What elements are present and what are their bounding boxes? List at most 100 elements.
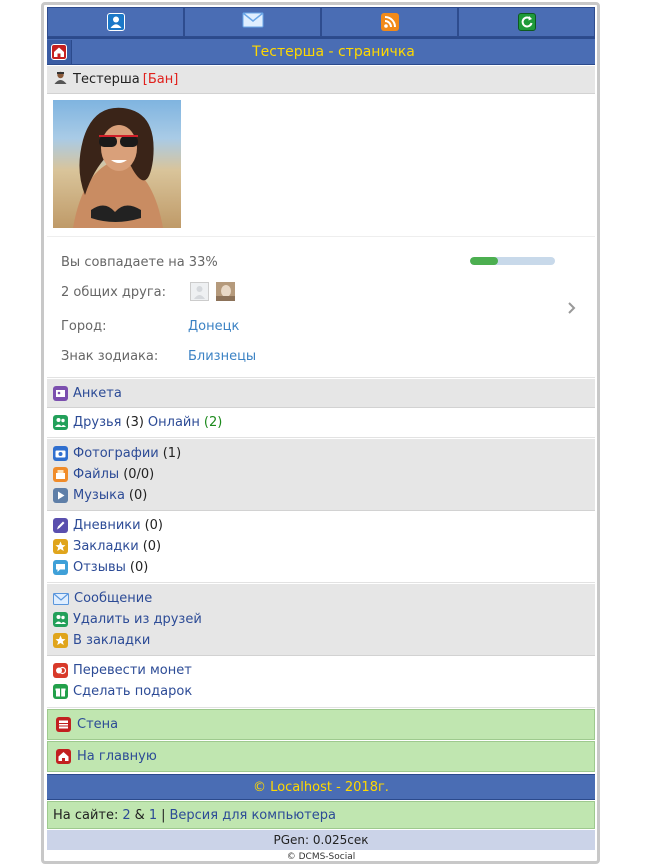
- user-status-icon: [53, 70, 68, 89]
- files-icon: [53, 467, 68, 482]
- message-link[interactable]: Сообщение: [74, 591, 152, 606]
- pgen-bar: PGen: 0.025сек: [47, 830, 595, 850]
- anketa-link[interactable]: Анкета: [73, 386, 122, 401]
- bookmarks-item[interactable]: Закладки (0): [53, 536, 595, 557]
- online-separator: |: [161, 807, 166, 823]
- files-link[interactable]: Файлы: [73, 467, 119, 482]
- friends-link[interactable]: Друзья: [73, 415, 122, 430]
- avatar[interactable]: [53, 100, 181, 228]
- refresh-icon: [517, 13, 536, 31]
- files-item[interactable]: Файлы (0/0): [53, 464, 595, 485]
- profile-card-icon: [53, 385, 68, 401]
- nav-rss-button[interactable]: [321, 7, 458, 37]
- mutual-friend-avatar-2[interactable]: [216, 282, 235, 301]
- friends-icon: [53, 612, 68, 627]
- mail-icon: [53, 592, 69, 606]
- online-users-link[interactable]: 2: [122, 808, 130, 823]
- reviews-link[interactable]: Отзывы: [73, 560, 126, 575]
- top-nav: [47, 7, 595, 37]
- music-item[interactable]: Музыка (0): [53, 485, 595, 506]
- engine-credit[interactable]: © DCMS-Social: [287, 852, 355, 862]
- home-row[interactable]: На главную: [47, 741, 595, 772]
- gift-link[interactable]: Сделать подарок: [73, 684, 192, 699]
- online-amp: &: [134, 807, 145, 823]
- mutual-friend-avatar-1[interactable]: [190, 282, 209, 301]
- online-bar: На сайте: 2 & 1 | Версия для компьютера: [47, 801, 595, 829]
- money-block: Перевести монет Сделать подарок: [47, 656, 595, 708]
- coins-icon: [53, 663, 68, 678]
- user-icon: [106, 13, 125, 31]
- play-icon: [53, 488, 68, 503]
- engine-bar: © DCMS-Social: [47, 850, 595, 862]
- ban-label[interactable]: [Бан]: [143, 72, 179, 87]
- mutual-friends-label: 2 общих друга:: [61, 285, 167, 300]
- match-progress-fill: [470, 257, 499, 265]
- friends-icon: [53, 415, 68, 430]
- message-item[interactable]: Сообщение: [53, 588, 595, 609]
- bookmarks-link[interactable]: Закладки: [73, 539, 139, 554]
- wall-link[interactable]: Стена: [77, 717, 118, 732]
- transfer-link[interactable]: Перевести монет: [73, 663, 192, 678]
- zodiac-value[interactable]: Близнецы: [188, 349, 256, 364]
- copyright-bar: © Localhost - 2018г.: [47, 774, 595, 800]
- page-frame: Тестерша - страничка Тестерша [Бан] Вы с…: [41, 2, 600, 864]
- copyright-text[interactable]: © Localhost - 2018г.: [253, 780, 389, 795]
- to-bookmarks-link[interactable]: В закладки: [73, 633, 150, 648]
- diaries-count: (0): [144, 518, 163, 533]
- files-count: (0/0): [123, 467, 155, 482]
- chevron-right-icon[interactable]: [567, 301, 577, 319]
- online-prefix: На сайте:: [53, 807, 119, 823]
- diaries-link[interactable]: Дневники: [73, 518, 141, 533]
- home-icon: [56, 749, 71, 764]
- camera-icon: [53, 446, 68, 461]
- online-guests-link[interactable]: 1: [149, 808, 157, 823]
- actions-block: Сообщение Удалить из друзей В закладки: [47, 583, 595, 656]
- title-bar: Тестерша - страничка: [47, 37, 595, 65]
- content-block: Дневники (0) Закладки (0) Отзывы (0): [47, 511, 595, 583]
- home-link[interactable]: На главную: [77, 749, 157, 764]
- desktop-version-link[interactable]: Версия для компьютера: [169, 808, 335, 823]
- to-bookmarks-item[interactable]: В закладки: [53, 630, 595, 651]
- nav-mail-button[interactable]: [184, 7, 321, 37]
- anketa-row[interactable]: Анкета: [47, 378, 595, 408]
- pen-icon: [53, 518, 68, 533]
- nav-refresh-button[interactable]: [458, 7, 595, 37]
- user-name-row: Тестерша [Бан]: [47, 65, 595, 94]
- photos-item[interactable]: Фотографии (1): [53, 443, 595, 464]
- page-content: Тестерша - страничка Тестерша [Бан] Вы с…: [47, 7, 595, 862]
- photos-link[interactable]: Фотографии: [73, 446, 159, 461]
- reviews-count: (0): [129, 560, 149, 575]
- transfer-item[interactable]: Перевести монет: [53, 660, 595, 681]
- gift-icon: [53, 684, 68, 699]
- rss-icon: [380, 13, 399, 31]
- user-name: Тестерша: [73, 72, 140, 87]
- title-home-button[interactable]: [47, 39, 72, 64]
- mail-icon: [242, 11, 264, 33]
- gift-item[interactable]: Сделать подарок: [53, 681, 595, 702]
- profile-info: Вы совпадаете на 33% 2 общих друга: Горо…: [47, 236, 595, 378]
- zodiac-label: Знак зодиака:: [61, 349, 159, 364]
- city-label: Город:: [61, 319, 107, 334]
- online-count: (2): [203, 415, 223, 430]
- city-value[interactable]: Донецк: [188, 319, 239, 334]
- photos-count: (1): [162, 446, 182, 461]
- page-title: Тестерша - страничка: [252, 43, 415, 60]
- reviews-icon: [53, 560, 68, 575]
- friends-row: Друзья (3) Онлайн (2): [47, 408, 595, 438]
- friends-count: (3): [125, 415, 144, 430]
- online-link[interactable]: Онлайн: [148, 415, 200, 430]
- music-count: (0): [128, 488, 148, 503]
- bookmarks-count: (0): [142, 539, 162, 554]
- music-link[interactable]: Музыка: [73, 488, 125, 503]
- home-icon: [51, 43, 67, 60]
- diaries-item[interactable]: Дневники (0): [53, 515, 595, 536]
- reviews-item[interactable]: Отзывы (0): [53, 557, 595, 578]
- media-block: Фотографии (1) Файлы (0/0) Музыка (0): [47, 438, 595, 511]
- remove-friend-link[interactable]: Удалить из друзей: [73, 612, 202, 627]
- wall-row[interactable]: Стена: [47, 709, 595, 740]
- pgen-text: PGen: 0.025сек: [273, 833, 369, 847]
- remove-friend-item[interactable]: Удалить из друзей: [53, 609, 595, 630]
- match-label: Вы совпадаете на 33%: [61, 255, 218, 270]
- nav-profile-button[interactable]: [47, 7, 184, 37]
- avatar-block: [47, 94, 595, 236]
